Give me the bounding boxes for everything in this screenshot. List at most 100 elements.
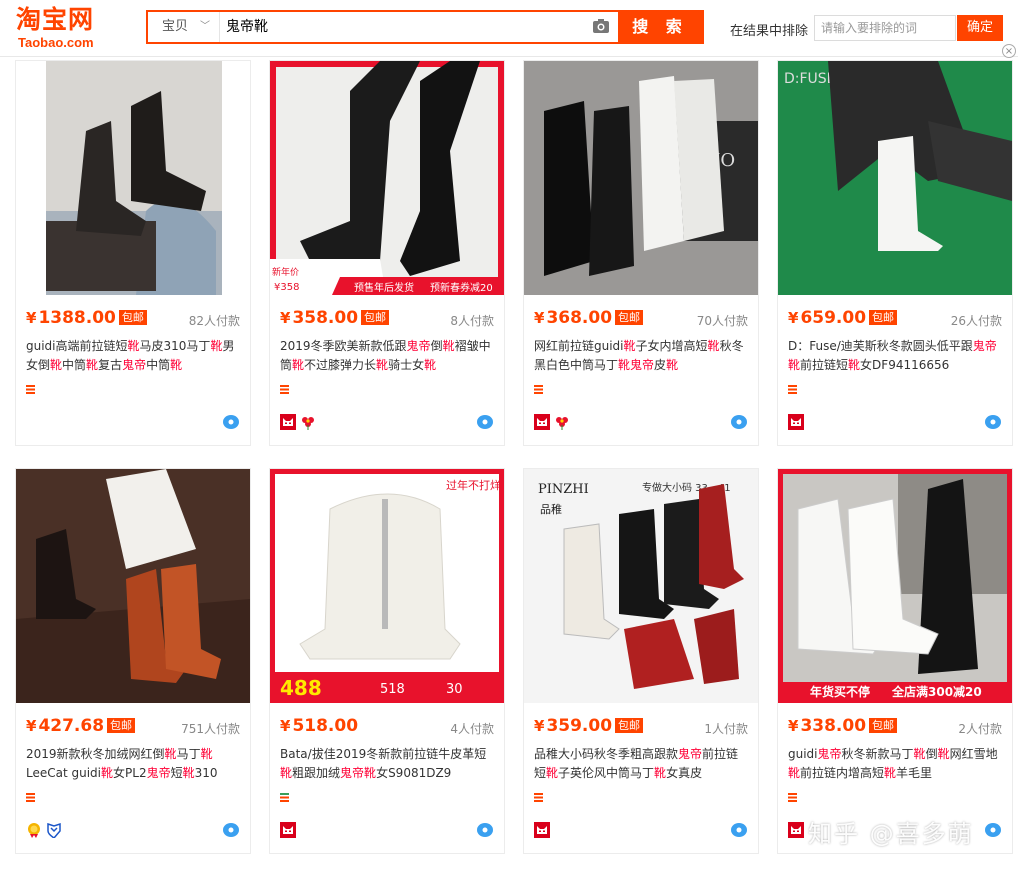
chevron-down-icon: ﹀ <box>200 21 210 32</box>
flower-icon[interactable] <box>554 414 570 430</box>
taobao-logo[interactable]: 淘宝网 Taobao.com <box>16 5 126 51</box>
title-text: 网红前拉链guidi <box>534 339 624 353</box>
title-text: 2019新款秋冬加绒网红倒 <box>26 747 165 761</box>
keyword-highlight: 靴 <box>292 358 305 372</box>
menu-icon[interactable] <box>26 793 35 802</box>
product-title[interactable]: D：Fuse/迪芙斯秋冬款圆头低平跟鬼帝靴前拉链短靴女DF94116656 <box>788 337 1004 377</box>
wangwang-chat-icon[interactable] <box>476 414 494 430</box>
search-scope-label: 宝贝 <box>162 19 189 34</box>
image-overlay-text: D:FUSE <box>784 71 836 87</box>
product-card[interactable]: 新年价 ¥358 预售年后发货 预新春券减20 ¥358.00 包邮 8人付款 2… <box>269 60 505 446</box>
keyword-highlight: 靴 <box>442 339 455 353</box>
image-overlay-text: 518 <box>380 682 405 697</box>
product-card[interactable]: MO ¥368.00包邮 70人付款 网红前拉链guidi靴子女内增高短靴秋冬黑… <box>523 60 759 446</box>
title-text: 短 <box>170 766 183 780</box>
search-button[interactable]: 搜 索 <box>618 12 702 42</box>
menu-icon[interactable] <box>26 385 35 394</box>
title-text: 中筒 <box>146 358 171 372</box>
title-text: 粗跟加绒 <box>292 766 341 780</box>
keyword-highlight: 靴 <box>546 766 559 780</box>
product-card[interactable]: 488 518 30 过年不打烊 ¥518.00 4人付款 Bata/拔佳201… <box>269 468 505 854</box>
keyword-highlight: 靴 <box>848 358 861 372</box>
keyword-highlight: 鬼帝 <box>678 747 703 761</box>
menu-icon[interactable] <box>534 385 543 394</box>
tmall-icon[interactable] <box>534 822 550 838</box>
tmall-icon[interactable] <box>280 414 296 430</box>
free-shipping-badge: 包邮 <box>869 310 898 325</box>
product-image[interactable]: 年货买不停 全店满300减20 <box>778 469 1012 703</box>
search-input[interactable]: 鬼帝靴 <box>226 12 586 42</box>
title-text: 310 <box>194 766 218 780</box>
tmall-icon[interactable] <box>534 414 550 430</box>
free-shipping-badge: 包邮 <box>869 718 898 733</box>
product-image[interactable]: PINZHI 品稚 专做大小码 33—41 <box>524 469 758 703</box>
shop-badges <box>534 414 574 430</box>
keyword-highlight: 靴 <box>376 358 389 372</box>
title-text: 子女内增高短 <box>635 339 708 353</box>
product-image[interactable]: D:FUSE <box>778 61 1012 295</box>
menu-icon[interactable] <box>534 793 543 802</box>
product-card[interactable]: 年货买不停 全店满300减20 ¥338.00 包邮 2人付款 guidi鬼帝秋冬… <box>777 468 1013 854</box>
product-price: ¥368.00 包邮 <box>534 308 644 328</box>
menu-icon[interactable] <box>280 793 289 802</box>
title-text: 马丁 <box>176 747 201 761</box>
tmall-icon[interactable] <box>788 414 804 430</box>
shop-badges <box>788 822 808 838</box>
product-title[interactable]: guidi鬼帝秋冬新款马丁靴倒靴网红雪地靴前拉链内增高短靴羊毛里 <box>788 745 1004 785</box>
menu-icon[interactable] <box>280 385 289 394</box>
menu-icon[interactable] <box>788 385 797 394</box>
wangwang-chat-icon[interactable] <box>222 822 240 838</box>
product-image[interactable]: 新年价 ¥358 预售年后发货 预新春券减20 <box>270 61 504 295</box>
product-card[interactable]: PINZHI 品稚 专做大小码 33—41 ¥359.00 包邮 1人付款 品稚大… <box>523 468 759 854</box>
close-icon[interactable]: × <box>1002 44 1016 58</box>
wangwang-chat-icon[interactable] <box>984 414 1002 430</box>
product-title[interactable]: guidi高端前拉链短靴马皮310马丁靴男女倒靴中筒靴复古鬼帝中筒靴 <box>26 337 242 377</box>
tmall-icon[interactable] <box>788 822 804 838</box>
product-title[interactable]: 2019冬季欧美新款低跟鬼帝倒靴褶皱中筒靴不过膝弹力长靴骑士女靴 <box>280 337 496 377</box>
product-title[interactable]: 2019新款秋冬加绒网红倒靴马丁靴LeeCat guidi靴女PL2鬼帝短靴31… <box>26 745 242 785</box>
product-image[interactable] <box>16 61 250 295</box>
product-image[interactable]: 488 518 30 过年不打烊 <box>270 469 504 703</box>
camera-icon[interactable] <box>592 18 610 34</box>
wangwang-chat-icon[interactable] <box>730 414 748 430</box>
shop-badges <box>280 414 320 430</box>
shield-icon[interactable] <box>46 822 62 839</box>
product-price: ¥359.00 包邮 <box>534 716 644 736</box>
sales-count: 4人付款 <box>450 722 494 736</box>
product-card[interactable]: ¥427.68 包邮 751人付款 2019新款秋冬加绒网红倒靴马丁靴LeeCat… <box>15 468 251 854</box>
product-price: ¥518.00 <box>280 716 359 736</box>
free-shipping-badge: 包邮 <box>615 310 644 325</box>
product-title[interactable]: 网红前拉链guidi靴子女内增高短靴秋冬黑白色中筒马丁靴鬼帝皮靴 <box>534 337 750 377</box>
title-text: LeeCat guidi <box>26 766 101 780</box>
product-title[interactable]: Bata/拔佳2019冬新款前拉链牛皮革短靴粗跟加绒鬼帝靴女S9081DZ9 <box>280 745 496 785</box>
flower-icon[interactable] <box>300 414 316 430</box>
title-text: 皮 <box>654 358 667 372</box>
image-overlay-text: 预售年后发货 <box>354 281 414 294</box>
image-overlay-text: ¥358 <box>274 282 299 293</box>
exclude-input[interactable]: 请输入要排除的词 <box>814 15 956 41</box>
wangwang-chat-icon[interactable] <box>476 822 494 838</box>
title-text: 网红雪地 <box>949 747 998 761</box>
image-overlay-text: 新年价 <box>272 266 299 278</box>
keyword-highlight: 靴 <box>788 358 801 372</box>
tmall-icon[interactable] <box>280 822 296 838</box>
title-text: Bata/拔佳2019冬新款前拉链牛皮革短 <box>280 747 487 761</box>
product-card[interactable]: ¥1388.00 包邮 82人付款 guidi高端前拉链短靴马皮310马丁靴男女倒… <box>15 60 251 446</box>
product-card[interactable]: D:FUSE ¥659.00 包邮 26人付款 D：Fuse/迪芙斯秋冬款圆头低平… <box>777 60 1013 446</box>
product-image[interactable] <box>16 469 250 703</box>
search-scope-dropdown[interactable]: 宝贝 ﹀ <box>148 12 220 42</box>
product-price: ¥427.68 包邮 <box>26 716 136 736</box>
keyword-highlight: 鬼帝 <box>630 358 655 372</box>
exclude-confirm-button[interactable]: 确定 <box>957 15 1003 41</box>
wangwang-chat-icon[interactable] <box>730 822 748 838</box>
title-text: 女DF94116656 <box>860 358 950 372</box>
wangwang-chat-icon[interactable] <box>984 822 1002 838</box>
title-text: 复古 <box>98 358 123 372</box>
exclude-label: 在结果中排除 <box>730 24 809 39</box>
gold-medal-icon[interactable] <box>26 822 42 838</box>
keyword-highlight: 靴 <box>364 766 377 780</box>
product-title[interactable]: 品稚大小码秋冬季粗高跟款鬼帝前拉链短靴子英伦风中筒马丁靴女真皮 <box>534 745 750 785</box>
menu-icon[interactable] <box>788 793 797 802</box>
wangwang-chat-icon[interactable] <box>222 414 240 430</box>
product-image[interactable]: MO <box>524 61 758 295</box>
